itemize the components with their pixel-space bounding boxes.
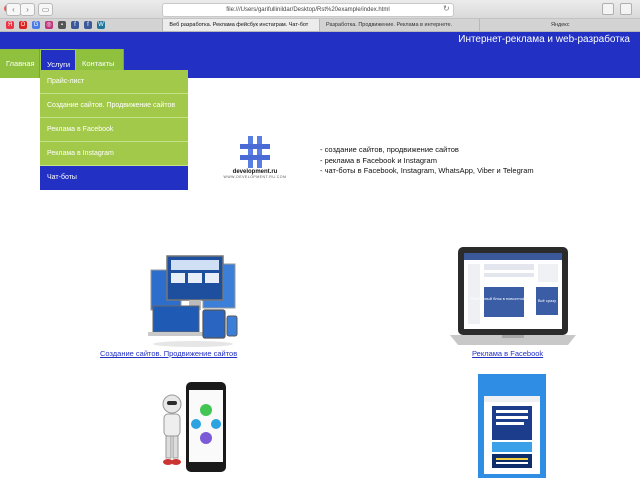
service-item: - создание сайтов, продвижение сайтов bbox=[320, 145, 459, 154]
tab-development-ads[interactable]: Разработка. Продвижение. Реклама в интер… bbox=[318, 19, 480, 31]
yandex-icon[interactable]: Я bbox=[6, 21, 14, 29]
services-list: - создание сайтов, продвижение сайтов - … bbox=[320, 145, 534, 177]
sidebar-toggle-button[interactable]: ▭ bbox=[38, 3, 53, 16]
back-button[interactable]: ‹ bbox=[6, 3, 21, 16]
site-logo: development.ru WWW.DEVELOPMENT.RU.COM bbox=[222, 136, 288, 188]
google-icon[interactable]: G bbox=[32, 21, 40, 29]
tab-label: Яндекс bbox=[550, 22, 570, 28]
instagram-ad-phone-image[interactable] bbox=[478, 374, 546, 478]
show-tabs-icon[interactable] bbox=[620, 3, 632, 15]
facebook-icon[interactable]: f bbox=[71, 21, 79, 29]
devices-image[interactable] bbox=[145, 250, 239, 348]
browser-toolbar: ‹ › ▭ file:///Users/garifullinildar/Desk… bbox=[0, 0, 640, 19]
opera-icon[interactable]: O bbox=[19, 21, 27, 29]
wordpress-icon[interactable]: W bbox=[97, 21, 105, 29]
tab-yandex[interactable]: Яндекс bbox=[479, 19, 640, 31]
generic-icon[interactable]: ▪ bbox=[58, 21, 66, 29]
address-url: file:///Users/garifullinildar/Desktop/Rs… bbox=[226, 7, 390, 13]
service-item: - реклама в Facebook и Instagram bbox=[320, 155, 437, 165]
dropdown-item-chatbots[interactable]: Чат-боты bbox=[40, 166, 188, 190]
favorites-bar: Я O G ◎ ▪ f f W bbox=[0, 21, 162, 29]
tab-bar: Я O G ◎ ▪ f f W Веб разработка. Реклама … bbox=[0, 19, 640, 32]
facebook-icon[interactable]: f bbox=[84, 21, 92, 29]
logo-subtitle: WWW.DEVELOPMENT.RU.COM bbox=[223, 175, 287, 179]
facebook-ads-link[interactable]: Реклама в Facebook bbox=[472, 349, 543, 358]
dropdown-item-web-development[interactable]: Создание сайтов. Продвижение сайтов bbox=[40, 94, 188, 118]
dropdown-item-instagram-ads[interactable]: Реклама в Instagram bbox=[40, 142, 188, 166]
site-title: Интернет-реклама и web-разработка bbox=[458, 34, 630, 45]
chatbot-robot-image[interactable] bbox=[158, 378, 230, 476]
instagram-icon[interactable]: ◎ bbox=[45, 21, 53, 29]
hash-logo-icon bbox=[240, 136, 270, 168]
services-dropdown: Прайс-лист Создание сайтов. Продвижение … bbox=[40, 70, 188, 190]
service-item: - чат-боты в Facebook, Instagram, WhatsA… bbox=[320, 166, 534, 175]
address-bar[interactable]: file:///Users/garifullinildar/Desktop/Rs… bbox=[162, 3, 454, 17]
web-development-link[interactable]: Создание сайтов. Продвижение сайтов bbox=[100, 349, 237, 358]
tab-web-development[interactable]: Веб разработка. Реклама фейсбук инстагра… bbox=[162, 19, 319, 31]
tab-label: Разработка. Продвижение. Реклама в интер… bbox=[325, 22, 453, 28]
tab-label: Веб разработка. Реклама фейсбук инстагра… bbox=[169, 22, 309, 28]
nav-item-home[interactable]: Главная bbox=[0, 49, 40, 78]
share-icon[interactable] bbox=[602, 3, 614, 15]
dropdown-item-price-list[interactable]: Прайс-лист bbox=[40, 70, 188, 94]
facebook-ads-laptop-image[interactable]: Рекламный блок в новостной ленте Всё сра… bbox=[450, 245, 576, 347]
fb-ad-text: Рекламный блок в новостной ленте bbox=[471, 296, 538, 301]
fb-ad-button-text: Всё сразу bbox=[538, 298, 556, 303]
forward-button[interactable]: › bbox=[20, 3, 35, 16]
dropdown-item-facebook-ads[interactable]: Реклама в Facebook bbox=[40, 118, 188, 142]
